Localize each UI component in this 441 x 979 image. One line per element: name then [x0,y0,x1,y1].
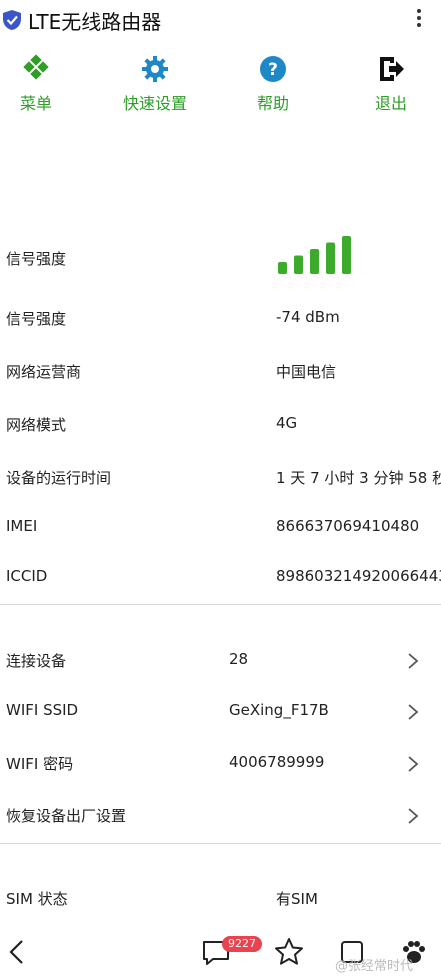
status-row: 网络模式 4G [0,400,441,450]
signal-bar [342,236,351,274]
signal-bar [294,255,303,274]
status-value: -74 dBm [276,308,340,326]
status-value: 89860321492006644327 [276,567,441,585]
signal-bar [310,249,319,274]
settings-label: 恢复设备出厂设置 [6,807,127,825]
status-label: IMEI [6,517,38,535]
watermark: @张经常时代 [335,959,414,974]
help-icon: ? [260,56,286,82]
status-row: ICCID 89860321492006644327 [0,553,441,603]
status-value: 1 天 7 小时 3 分钟 58 秒 [276,469,441,487]
settings-label: WIFI 密码 [6,755,74,773]
settings-value: GeXing_F17B [229,701,329,719]
signal-bar [278,262,287,274]
shield-icon [3,10,21,30]
wifi-password-row[interactable]: WIFI 密码 4006789999 [0,739,441,789]
status-label: 信号强度 [6,310,67,328]
svg-text:?: ? [268,60,278,80]
connected-devices-row[interactable]: 连接设备 28 [0,636,441,686]
status-value: 866637069410480 [276,517,420,535]
logout-icon [380,57,404,81]
main-toolbar: 菜单 快速设置 ? 帮助 退出 [0,52,441,122]
status-row: 信号强度 -74 dBm [0,294,441,344]
settings-value: 4006789999 [229,753,325,771]
sim-status-row: SIM 状态 有SIM [0,874,441,924]
quick-setup-button[interactable]: 快速设置 [105,52,205,118]
signal-bar [326,242,335,274]
signal-strength-icon [278,236,351,274]
status-label: 网络运营商 [6,363,82,381]
back-icon[interactable] [2,936,34,968]
app-title: LTE无线路由器 [28,10,162,34]
status-row: 设备的运行时间 1 天 7 小时 3 分钟 58 秒 [0,453,441,503]
logout-button[interactable]: 退出 [341,52,441,118]
settings-label: WIFI SSID [6,701,79,719]
status-row: IMEI 866637069410480 [0,503,441,553]
star-icon[interactable] [273,936,305,968]
quick-setup-label: 快速设置 [122,94,187,113]
status-label: 网络模式 [6,416,67,434]
status-row: 网络运营商 中国电信 [0,347,441,397]
diamond-grid-icon [23,54,49,80]
sim-status-value: 有SIM [276,890,318,908]
status-label: 设备的运行时间 [6,469,112,487]
chevron-right-icon [408,808,419,824]
signal-bars-row: 信号强度 [0,234,441,284]
chevron-right-icon [408,756,419,772]
logout-label: 退出 [374,94,407,113]
status-value: 中国电信 [276,363,337,381]
chevron-right-icon [408,704,419,720]
more-menu-icon[interactable] [411,6,427,34]
help-label: 帮助 [256,94,289,113]
menu-button[interactable]: 菜单 [0,52,86,118]
sim-status-label: SIM 状态 [6,890,68,908]
comment-count-badge: 9227 [222,936,262,952]
settings-value: 28 [229,650,249,668]
status-value: 4G [276,414,298,432]
section-divider [0,843,441,844]
section-divider [0,604,441,605]
help-button[interactable]: ? 帮助 [223,52,323,118]
wifi-ssid-row[interactable]: WIFI SSID GeXing_F17B [0,687,441,737]
status-label: ICCID [6,567,48,585]
factory-reset-row[interactable]: 恢复设备出厂设置 [0,791,441,841]
chevron-right-icon [408,653,419,669]
app-header: LTE无线路由器 [0,0,441,40]
signal-bars-label: 信号强度 [6,250,67,268]
gear-icon [142,56,168,82]
menu-label: 菜单 [19,94,52,113]
settings-label: 连接设备 [6,652,67,670]
